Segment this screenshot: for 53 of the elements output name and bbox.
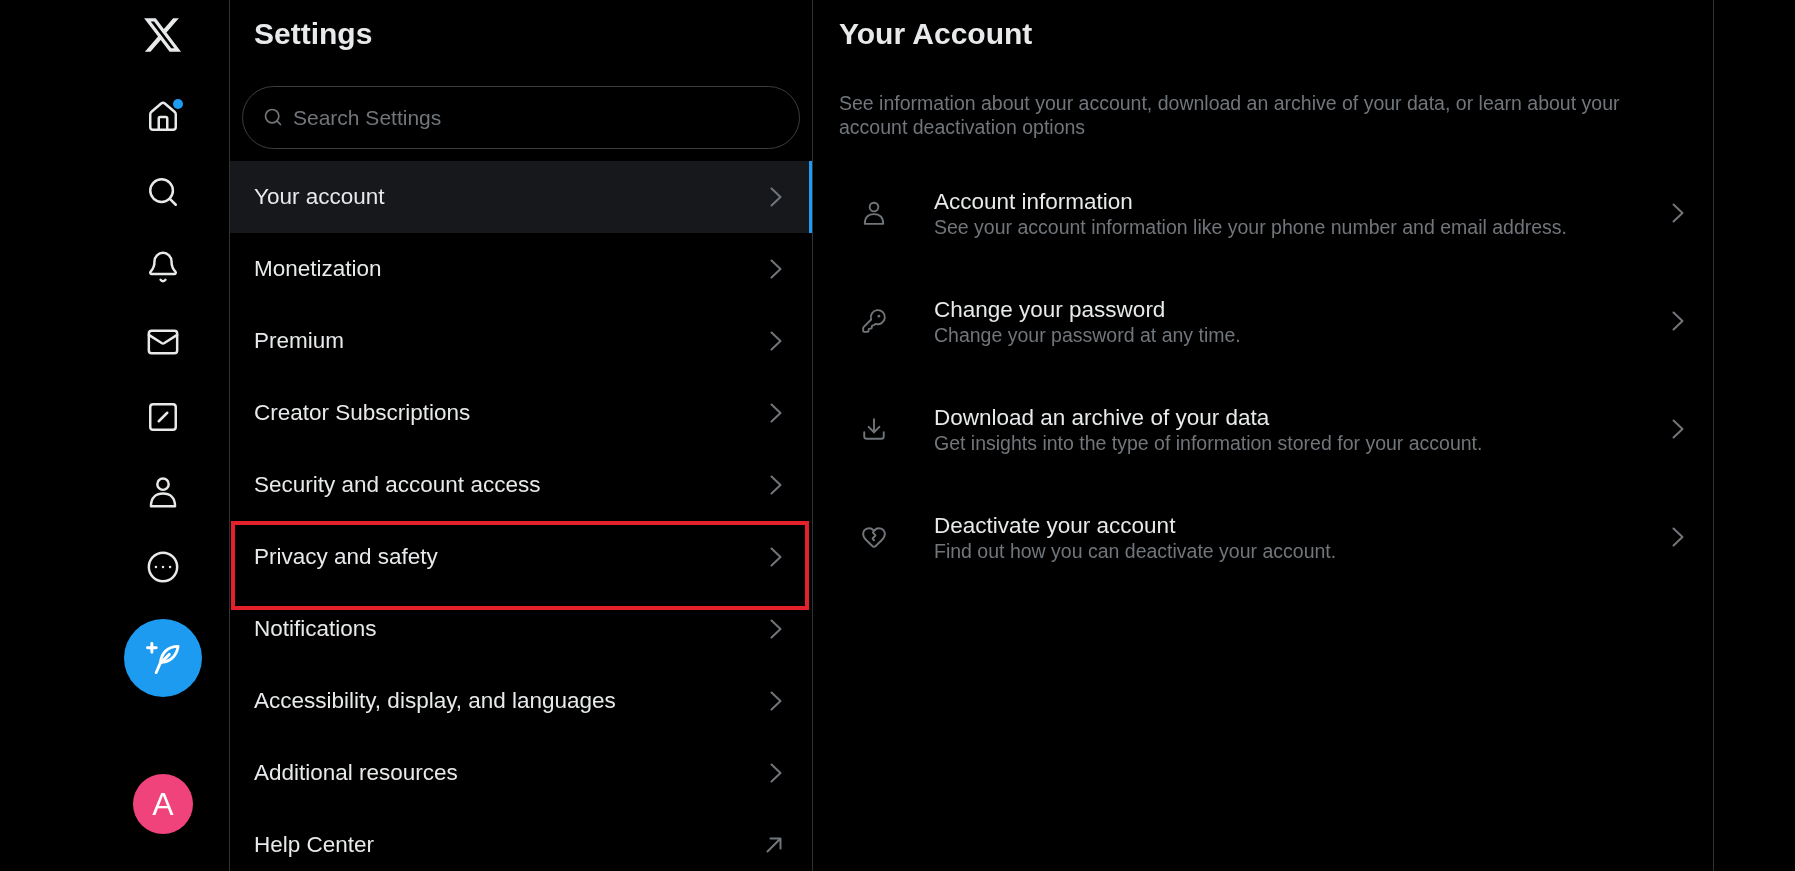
option-subtitle: Change your password at any time. bbox=[934, 322, 1242, 347]
settings-menu-item[interactable]: Monetization bbox=[230, 233, 812, 305]
download-icon bbox=[861, 416, 887, 442]
avatar[interactable]: A bbox=[133, 774, 193, 834]
account-title: Your Account bbox=[839, 19, 1033, 49]
settings-menu-item[interactable]: Privacy and safety bbox=[230, 521, 812, 593]
option-title: Deactivate your account bbox=[934, 511, 1177, 539]
option-title: Download an archive of your data bbox=[934, 403, 1271, 431]
chevron-right-icon bbox=[770, 475, 782, 495]
chevron-right-icon bbox=[1672, 419, 1684, 439]
settings-menu-item[interactable]: Notifications bbox=[230, 593, 812, 665]
chevron-right-icon bbox=[1672, 527, 1684, 547]
settings-menu-item[interactable]: Security and account access bbox=[230, 449, 812, 521]
account-option[interactable]: Deactivate your account Find out how you can deactivate your account. bbox=[813, 483, 1713, 591]
search-icon bbox=[146, 175, 180, 209]
settings-menu-item[interactable]: Your account bbox=[230, 161, 812, 233]
settings-menu-item[interactable]: Additional resources bbox=[230, 737, 812, 809]
broken-heart-icon bbox=[861, 524, 887, 550]
option-title: Change your password bbox=[934, 295, 1167, 323]
arrow-up-right-icon bbox=[766, 837, 782, 853]
account-description: See information about your account, download an archive of your data, or learn about your account deactivation options bbox=[838, 91, 1621, 139]
chevron-right-icon bbox=[770, 619, 782, 639]
key-icon bbox=[861, 308, 887, 334]
option-title: Account information bbox=[934, 187, 1134, 215]
chevron-right-icon bbox=[770, 763, 782, 783]
person-icon bbox=[861, 200, 887, 226]
chevron-right-icon bbox=[770, 259, 782, 279]
chevron-right-icon bbox=[1672, 203, 1684, 223]
more-icon bbox=[146, 550, 180, 584]
bell-icon bbox=[146, 250, 180, 284]
chevron-right-icon bbox=[770, 547, 782, 567]
option-subtitle: Find out how you can deactivate your account. bbox=[934, 538, 1338, 563]
account-option[interactable]: Download an archive of your data Get insights into the type of information stored for your account. bbox=[813, 375, 1713, 483]
account-option[interactable]: Change your password Change your password at any time. bbox=[813, 267, 1713, 375]
account-option[interactable]: Account information See your account information like your phone number and email address. bbox=[813, 159, 1713, 267]
chevron-right-icon bbox=[1672, 311, 1684, 331]
option-subtitle: See your account information like your phone number and email address. bbox=[934, 214, 1569, 239]
settings-menu-item[interactable]: Premium bbox=[230, 305, 812, 377]
settings-menu-item[interactable]: Help Center bbox=[230, 809, 812, 871]
settings-title: Settings bbox=[254, 19, 373, 49]
chevron-right-icon bbox=[770, 691, 782, 711]
settings-menu-item[interactable]: Accessibility, display, and languages bbox=[230, 665, 812, 737]
square-slash-icon bbox=[146, 400, 180, 434]
option-subtitle: Get insights into the type of information stored for your account. bbox=[934, 430, 1484, 455]
chevron-right-icon bbox=[770, 187, 782, 207]
logo-icon bbox=[144, 17, 182, 53]
chevron-right-icon bbox=[770, 331, 782, 351]
chevron-right-icon bbox=[770, 403, 782, 423]
feather-plus-icon bbox=[145, 642, 181, 674]
home-icon bbox=[146, 100, 180, 134]
settings-menu-item[interactable]: Creator Subscriptions bbox=[230, 377, 812, 449]
search-icon bbox=[263, 107, 283, 127]
search-field[interactable]: Search Settings bbox=[242, 86, 800, 149]
